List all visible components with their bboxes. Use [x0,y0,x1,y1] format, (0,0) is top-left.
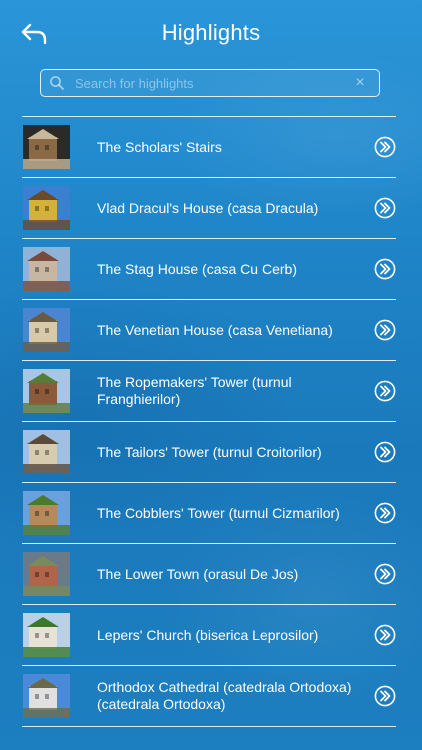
chevron-right-icon[interactable] [374,685,396,707]
chevron-right-icon[interactable] [374,197,396,219]
chevron-right-icon[interactable] [374,319,396,341]
chevron-right-icon[interactable] [374,502,396,524]
list-item[interactable]: The Cobblers' Tower (turnul Cizmarilor) [22,483,396,544]
thumbnail-image [23,491,70,535]
list-item-label: The Cobblers' Tower (turnul Cizmarilor) [97,504,340,521]
thumbnail-image [23,125,70,169]
list-item-label: The Lower Town (orasul De Jos) [97,565,299,582]
list-item[interactable]: The Lower Town (orasul De Jos) [22,544,396,605]
list-item[interactable]: Orthodox Cathedral (catedrala Ortodoxa) … [22,666,396,727]
list-item[interactable]: The Venetian House (casa Venetiana) [22,300,396,361]
list-item[interactable]: The Stag House (casa Cu Cerb) [22,239,396,300]
list-item-label: Vlad Dracul's House (casa Dracula) [97,199,319,216]
chevron-right-icon[interactable] [374,258,396,280]
search-bar: × [40,69,380,97]
clear-icon[interactable]: × [353,74,367,92]
thumbnail-image [23,308,70,352]
list-item-label: The Stag House (casa Cu Cerb) [97,260,297,277]
thumbnail-image [23,247,70,291]
chevron-right-icon[interactable] [374,441,396,463]
list-item-label: The Ropemakers' Tower (turnul Franghieri… [97,374,292,407]
search-icon [50,76,64,90]
navigation-bar: Highlights [0,0,422,70]
thumbnail-image [23,186,70,230]
list-item[interactable]: Lepers' Church (biserica Leprosilor) [22,605,396,666]
list-item[interactable]: The Scholars' Stairs [22,117,396,178]
chevron-right-icon[interactable] [374,136,396,158]
thumbnail-image [23,369,70,413]
highlights-list: The Scholars' Stairs Vlad Dracul's House … [22,116,396,727]
list-item-label: The Venetian House (casa Venetiana) [97,321,333,338]
list-item-label: Lepers' Church (biserica Leprosilor) [97,626,319,643]
list-item[interactable]: The Tailors' Tower (turnul Croitorilor) [22,422,396,483]
list-item-label: The Scholars' Stairs [97,138,222,155]
search-input[interactable] [75,73,345,93]
list-item-label: The Tailors' Tower (turnul Croitorilor) [97,443,322,460]
thumbnail-image [23,613,70,657]
chevron-right-icon[interactable] [374,380,396,402]
thumbnail-image [23,430,70,474]
page-title: Highlights [161,20,261,45]
chevron-right-icon[interactable] [374,563,396,585]
chevron-right-icon[interactable] [374,624,396,646]
thumbnail-image [23,552,70,596]
thumbnail-image [23,674,70,718]
list-item[interactable]: The Ropemakers' Tower (turnul Franghieri… [22,361,396,422]
list-item-label: Orthodox Cathedral (catedrala Ortodoxa) … [97,679,352,712]
list-item[interactable]: Vlad Dracul's House (casa Dracula) [22,178,396,239]
